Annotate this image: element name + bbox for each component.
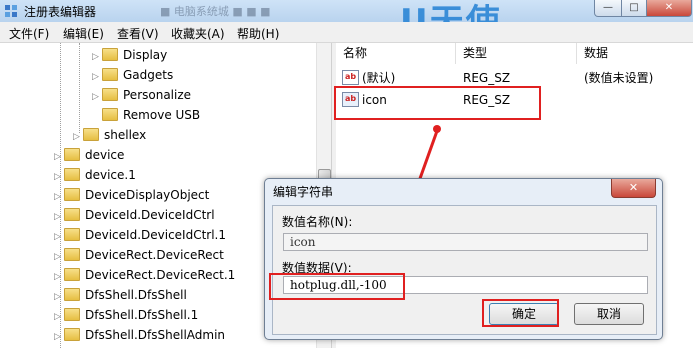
highlight-box-value-data (269, 273, 405, 300)
value-name-field: icon (283, 233, 648, 251)
dialog-close-button[interactable]: ✕ (611, 179, 656, 198)
edit-string-dialog: 编辑字符串 ✕ 数值名称(N): icon 数值数据(V): hotplug.d… (264, 178, 663, 340)
value-name-label: 数值名称(N): (282, 215, 353, 229)
dialog-body: 数值名称(N): icon 数值数据(V): hotplug.dll,-100 … (272, 205, 657, 335)
highlight-box-ok-button (482, 299, 559, 327)
dialog-title: 编辑字符串 (273, 185, 334, 199)
cancel-button[interactable]: 取消 (574, 303, 644, 325)
